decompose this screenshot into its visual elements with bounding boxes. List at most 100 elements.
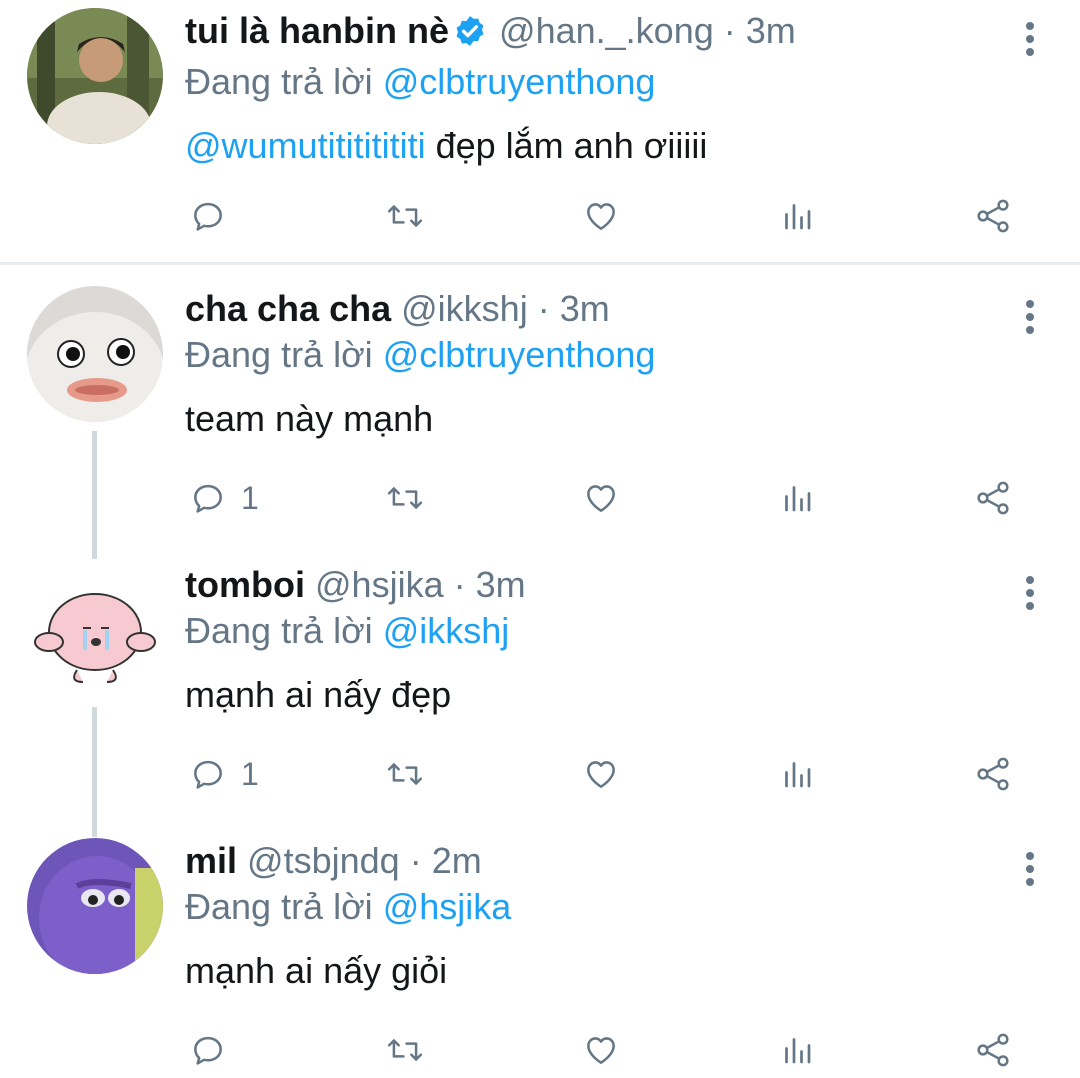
- tweet-text-body: đẹp lắm anh ơiiiii: [425, 125, 708, 166]
- like-button[interactable]: [581, 1026, 621, 1074]
- share-button[interactable]: [973, 1026, 1013, 1074]
- replying-to: Đang trả lời @hsjika: [185, 884, 1000, 930]
- avatar-hanbin[interactable]: [27, 8, 163, 144]
- more-options-icon[interactable]: [1024, 22, 1036, 58]
- retweet-button[interactable]: [383, 1026, 427, 1074]
- user-handle[interactable]: @tsbjndq: [247, 840, 400, 881]
- avatar-tomboi[interactable]: [27, 562, 163, 698]
- replying-mention-link[interactable]: @hsjika: [383, 886, 512, 927]
- share-icon: [977, 1033, 1009, 1067]
- reply-icon: [194, 484, 222, 513]
- separator-dot: ·: [537, 288, 550, 329]
- timestamp[interactable]: 3m: [476, 564, 526, 605]
- reply-icon: [194, 760, 222, 789]
- replying-prefix: Đang trả lời: [185, 334, 373, 375]
- like-icon: [587, 761, 615, 788]
- avatar-chachacha[interactable]: [27, 286, 163, 422]
- retweet-icon: [387, 1039, 423, 1061]
- timestamp[interactable]: 2m: [432, 840, 482, 881]
- reply-button[interactable]: 1: [189, 750, 259, 798]
- tweet-actions: [185, 192, 1020, 240]
- separator-dot: ·: [409, 840, 422, 881]
- share-icon: [977, 199, 1009, 233]
- tweet-actions: [185, 1026, 1020, 1074]
- reply-button[interactable]: [189, 192, 241, 240]
- tweet-header: cha cha cha @ikkshj · 3m: [185, 286, 1000, 332]
- like-button[interactable]: [581, 474, 621, 522]
- reply-button[interactable]: 1: [189, 474, 259, 522]
- analytics-icon: [785, 486, 811, 512]
- thread-line: [92, 707, 97, 837]
- user-handle[interactable]: @ikkshj: [401, 288, 528, 329]
- replying-prefix: Đang trả lời: [185, 61, 373, 102]
- avatar-mil[interactable]: [27, 838, 163, 974]
- timestamp[interactable]: 3m: [560, 288, 610, 329]
- user-handle[interactable]: @han._.kong: [499, 10, 714, 51]
- separator-dot: ·: [453, 564, 466, 605]
- replying-to: Đang trả lời @ikkshj: [185, 608, 1000, 654]
- reply-icon: [194, 1036, 222, 1065]
- timestamp[interactable]: 3m: [746, 10, 796, 51]
- like-button[interactable]: [581, 750, 621, 798]
- reply-count: 1: [241, 479, 259, 516]
- reply-icon: [194, 202, 222, 231]
- replying-prefix: Đang trả lời: [185, 886, 373, 927]
- analytics-button[interactable]: [779, 192, 815, 240]
- tweet-body: mil @tsbjndq · 2m Đang trả lời @hsjika m…: [185, 838, 1000, 994]
- tweet-header: mil @tsbjndq · 2m: [185, 838, 1000, 884]
- thread-line: [92, 431, 97, 559]
- tweet-header: tui là hanbin nè @han._.kong · 3m: [185, 8, 1000, 59]
- retweet-button[interactable]: [383, 750, 427, 798]
- display-name[interactable]: tomboi: [185, 564, 305, 605]
- replying-mention-link[interactable]: @ikkshj: [383, 610, 510, 651]
- retweet-button[interactable]: [383, 192, 427, 240]
- more-options-icon[interactable]: [1024, 852, 1036, 888]
- like-icon: [587, 1037, 615, 1064]
- retweet-icon: [387, 205, 423, 227]
- retweet-icon: [387, 763, 423, 785]
- share-icon: [977, 757, 1009, 791]
- tweet-body: tomboi @hsjika · 3m Đang trả lời @ikkshj…: [185, 562, 1000, 718]
- replying-mention-link[interactable]: @clbtruyenthong: [383, 334, 656, 375]
- divider: [0, 262, 1080, 265]
- tweet-text: mạnh ai nấy đẹp: [185, 674, 452, 715]
- analytics-icon: [785, 204, 811, 230]
- reply-feed: tui là hanbin nè @han._.kong · 3m Đang t…: [0, 0, 1080, 1078]
- reply-button[interactable]: [189, 1026, 241, 1074]
- display-name[interactable]: tui là hanbin nè: [185, 10, 449, 51]
- replying-prefix: Đang trả lời: [185, 610, 373, 651]
- retweet-icon: [387, 487, 423, 509]
- analytics-button[interactable]: [779, 1026, 815, 1074]
- like-button[interactable]: [581, 192, 621, 240]
- tweet-header: tomboi @hsjika · 3m: [185, 562, 1000, 608]
- share-icon: [977, 481, 1009, 515]
- tweet-text: team này mạnh: [185, 398, 434, 439]
- retweet-button[interactable]: [383, 474, 427, 522]
- tweet-text: @wumutitititititi đẹp lắm anh ơiiiii: [185, 123, 1000, 169]
- share-button[interactable]: [973, 750, 1013, 798]
- separator-dot: ·: [723, 10, 736, 51]
- share-button[interactable]: [973, 192, 1013, 240]
- mention-link[interactable]: @wumutitititititi: [185, 125, 426, 166]
- tweet-text: mạnh ai nấy giỏi: [185, 950, 448, 991]
- more-options-icon[interactable]: [1024, 300, 1036, 336]
- verified-badge-icon: [453, 13, 487, 59]
- replying-mention-link[interactable]: @clbtruyenthong: [383, 61, 656, 102]
- like-icon: [587, 485, 615, 512]
- share-button[interactable]: [973, 474, 1013, 522]
- more-options-icon[interactable]: [1024, 576, 1036, 612]
- tweet-actions: 1: [185, 474, 1020, 522]
- analytics-button[interactable]: [779, 750, 815, 798]
- tweet-body: tui là hanbin nè @han._.kong · 3m Đang t…: [185, 8, 1000, 169]
- user-handle[interactable]: @hsjika: [315, 564, 444, 605]
- reply-count: 1: [241, 755, 259, 792]
- analytics-icon: [785, 762, 811, 788]
- replying-to: Đang trả lời @clbtruyenthong: [185, 59, 1000, 105]
- analytics-button[interactable]: [779, 474, 815, 522]
- display-name[interactable]: mil: [185, 840, 237, 881]
- tweet-body: cha cha cha @ikkshj · 3m Đang trả lời @c…: [185, 286, 1000, 442]
- tweet-actions: 1: [185, 750, 1020, 798]
- analytics-icon: [785, 1038, 811, 1064]
- display-name[interactable]: cha cha cha: [185, 288, 391, 329]
- replying-to: Đang trả lời @clbtruyenthong: [185, 332, 1000, 378]
